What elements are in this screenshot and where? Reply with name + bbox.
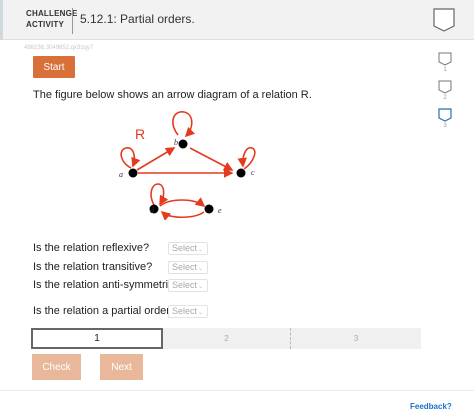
dropdown-value: Select: [172, 280, 198, 290]
level-indicator-3[interactable]: 3: [436, 108, 454, 129]
transitive-dropdown[interactable]: Select⌄: [168, 261, 208, 274]
edge-d-e: [159, 197, 206, 207]
node-label-b: b: [174, 138, 178, 147]
question-prompt: The figure below shows an arrow diagram …: [33, 89, 312, 101]
activity-type-line1: CHALLENGE: [26, 9, 78, 18]
node-b: [178, 139, 188, 149]
next-button[interactable]: Next: [100, 354, 143, 380]
progress-step-2[interactable]: 2: [163, 328, 291, 349]
node-c: [236, 168, 246, 178]
progress-step-1[interactable]: 1: [31, 328, 163, 349]
check-button[interactable]: Check: [32, 354, 81, 380]
edge-e-d: [160, 210, 205, 220]
edge-a-b: [136, 147, 176, 171]
dropdown-value: Select: [172, 262, 198, 272]
question-transitive: Is the relation transitive?: [33, 261, 153, 273]
question-partial-order: Is the relation a partial order?: [33, 305, 177, 317]
node-label-e: e: [218, 206, 222, 215]
edge-b-c: [189, 147, 234, 171]
loop-d: [150, 183, 169, 206]
level-shield-icon: [438, 108, 452, 122]
question-anti-symmetric: Is the relation anti-symmetric?: [33, 279, 180, 291]
question-reflexive: Is the relation reflexive?: [33, 242, 150, 254]
activity-title: 5.12.1: Partial orders.: [80, 12, 195, 26]
anti-symmetric-dropdown[interactable]: Select⌄: [168, 279, 208, 292]
start-button[interactable]: Start: [33, 56, 75, 78]
header-accent-bar: [0, 0, 3, 40]
node-e: [204, 204, 214, 214]
level-shield-icon: [438, 80, 452, 94]
chevron-down-icon: ⌄: [198, 247, 204, 253]
chevron-down-icon: ⌄: [198, 284, 204, 290]
node-label-a: a: [119, 170, 123, 179]
level-indicator-1[interactable]: 1: [436, 52, 454, 73]
activity-type-label: CHALLENGE ACTIVITY: [26, 8, 78, 30]
partial-order-dropdown[interactable]: Select⌄: [168, 305, 208, 318]
feedback-link[interactable]: Feedback?: [410, 402, 452, 411]
dropdown-value: Select: [172, 306, 198, 316]
level-shield-icon: [438, 52, 452, 66]
header-divider: [72, 8, 73, 34]
chevron-down-icon: ⌄: [198, 266, 204, 272]
level-number: 3: [443, 123, 447, 129]
activity-type-line2: ACTIVITY: [26, 20, 65, 29]
relation-arrow-diagram: R a b c d e: [119, 111, 256, 220]
relation-label: R: [135, 126, 145, 142]
loop-c: [237, 146, 256, 170]
reflexive-dropdown[interactable]: Select⌄: [168, 242, 208, 255]
loop-a: [120, 147, 141, 169]
loop-b: [172, 111, 196, 138]
progress-bar: 1 2 3: [31, 328, 421, 349]
level-number: 1: [443, 67, 447, 73]
node-label-c: c: [251, 168, 255, 177]
chevron-down-icon: ⌄: [198, 310, 204, 316]
footer-divider: [0, 390, 474, 391]
progress-step-3[interactable]: 3: [291, 328, 421, 349]
node-a: [128, 168, 138, 178]
activity-header: CHALLENGE ACTIVITY 5.12.1: Partial order…: [0, 0, 474, 40]
level-indicator-2[interactable]: 2: [436, 80, 454, 101]
completion-badge-icon: [433, 8, 455, 32]
activity-id: 498238.3049652.qx3zqy7: [24, 45, 94, 51]
dropdown-value: Select: [172, 243, 198, 253]
level-number: 2: [443, 95, 447, 101]
